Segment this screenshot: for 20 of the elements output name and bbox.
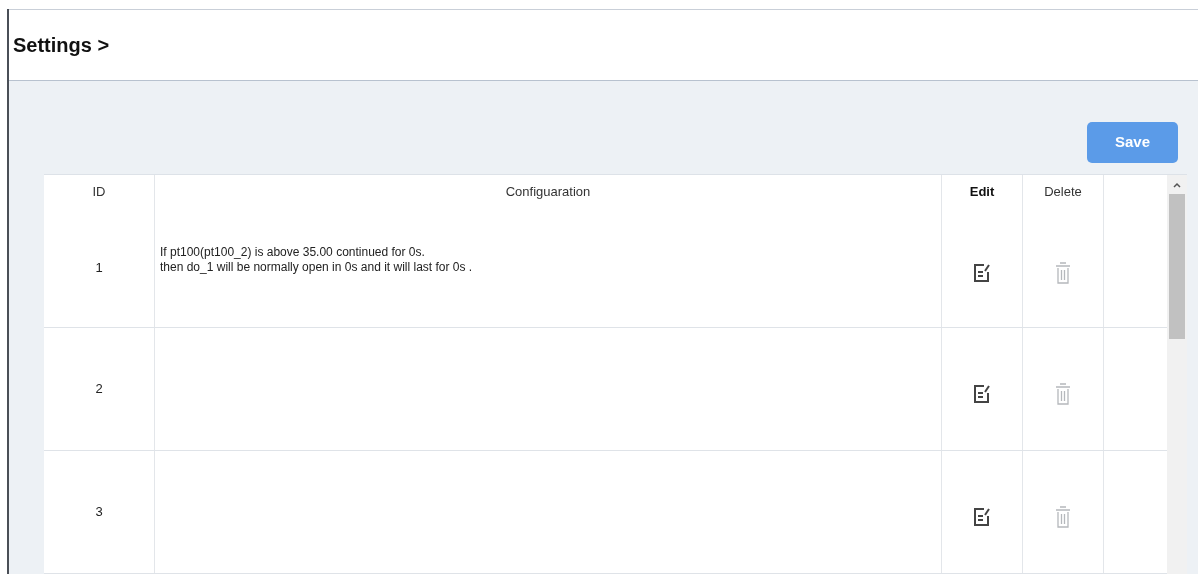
row-id: 3	[95, 503, 103, 522]
edit-icon[interactable]	[973, 384, 991, 404]
row-id: 2	[95, 380, 103, 399]
edit-icon[interactable]	[973, 263, 991, 283]
save-button[interactable]: Save	[1087, 122, 1178, 163]
column-header: ID	[92, 183, 106, 202]
scrollbar-thumb[interactable]	[1169, 194, 1185, 339]
column-header: Edit	[969, 183, 995, 202]
column-header: Delete	[1044, 183, 1082, 202]
rule-text: then do_1 will be normally open in 0s and it will last for 0s .	[160, 260, 474, 275]
page-title: Settings >	[13, 33, 110, 58]
trash-icon[interactable]	[1055, 506, 1071, 528]
trash-icon[interactable]	[1055, 383, 1071, 405]
rule-text: If pt100(pt100_2) is above 35.00 continued for 0s.	[160, 245, 426, 260]
edit-icon[interactable]	[973, 507, 991, 527]
trash-icon[interactable]	[1055, 262, 1071, 284]
scrollbar[interactable]	[1167, 175, 1187, 574]
scroll-up-icon[interactable]	[1173, 182, 1181, 188]
row-id: 1	[95, 259, 103, 278]
column-header: Configuaration	[505, 183, 591, 202]
